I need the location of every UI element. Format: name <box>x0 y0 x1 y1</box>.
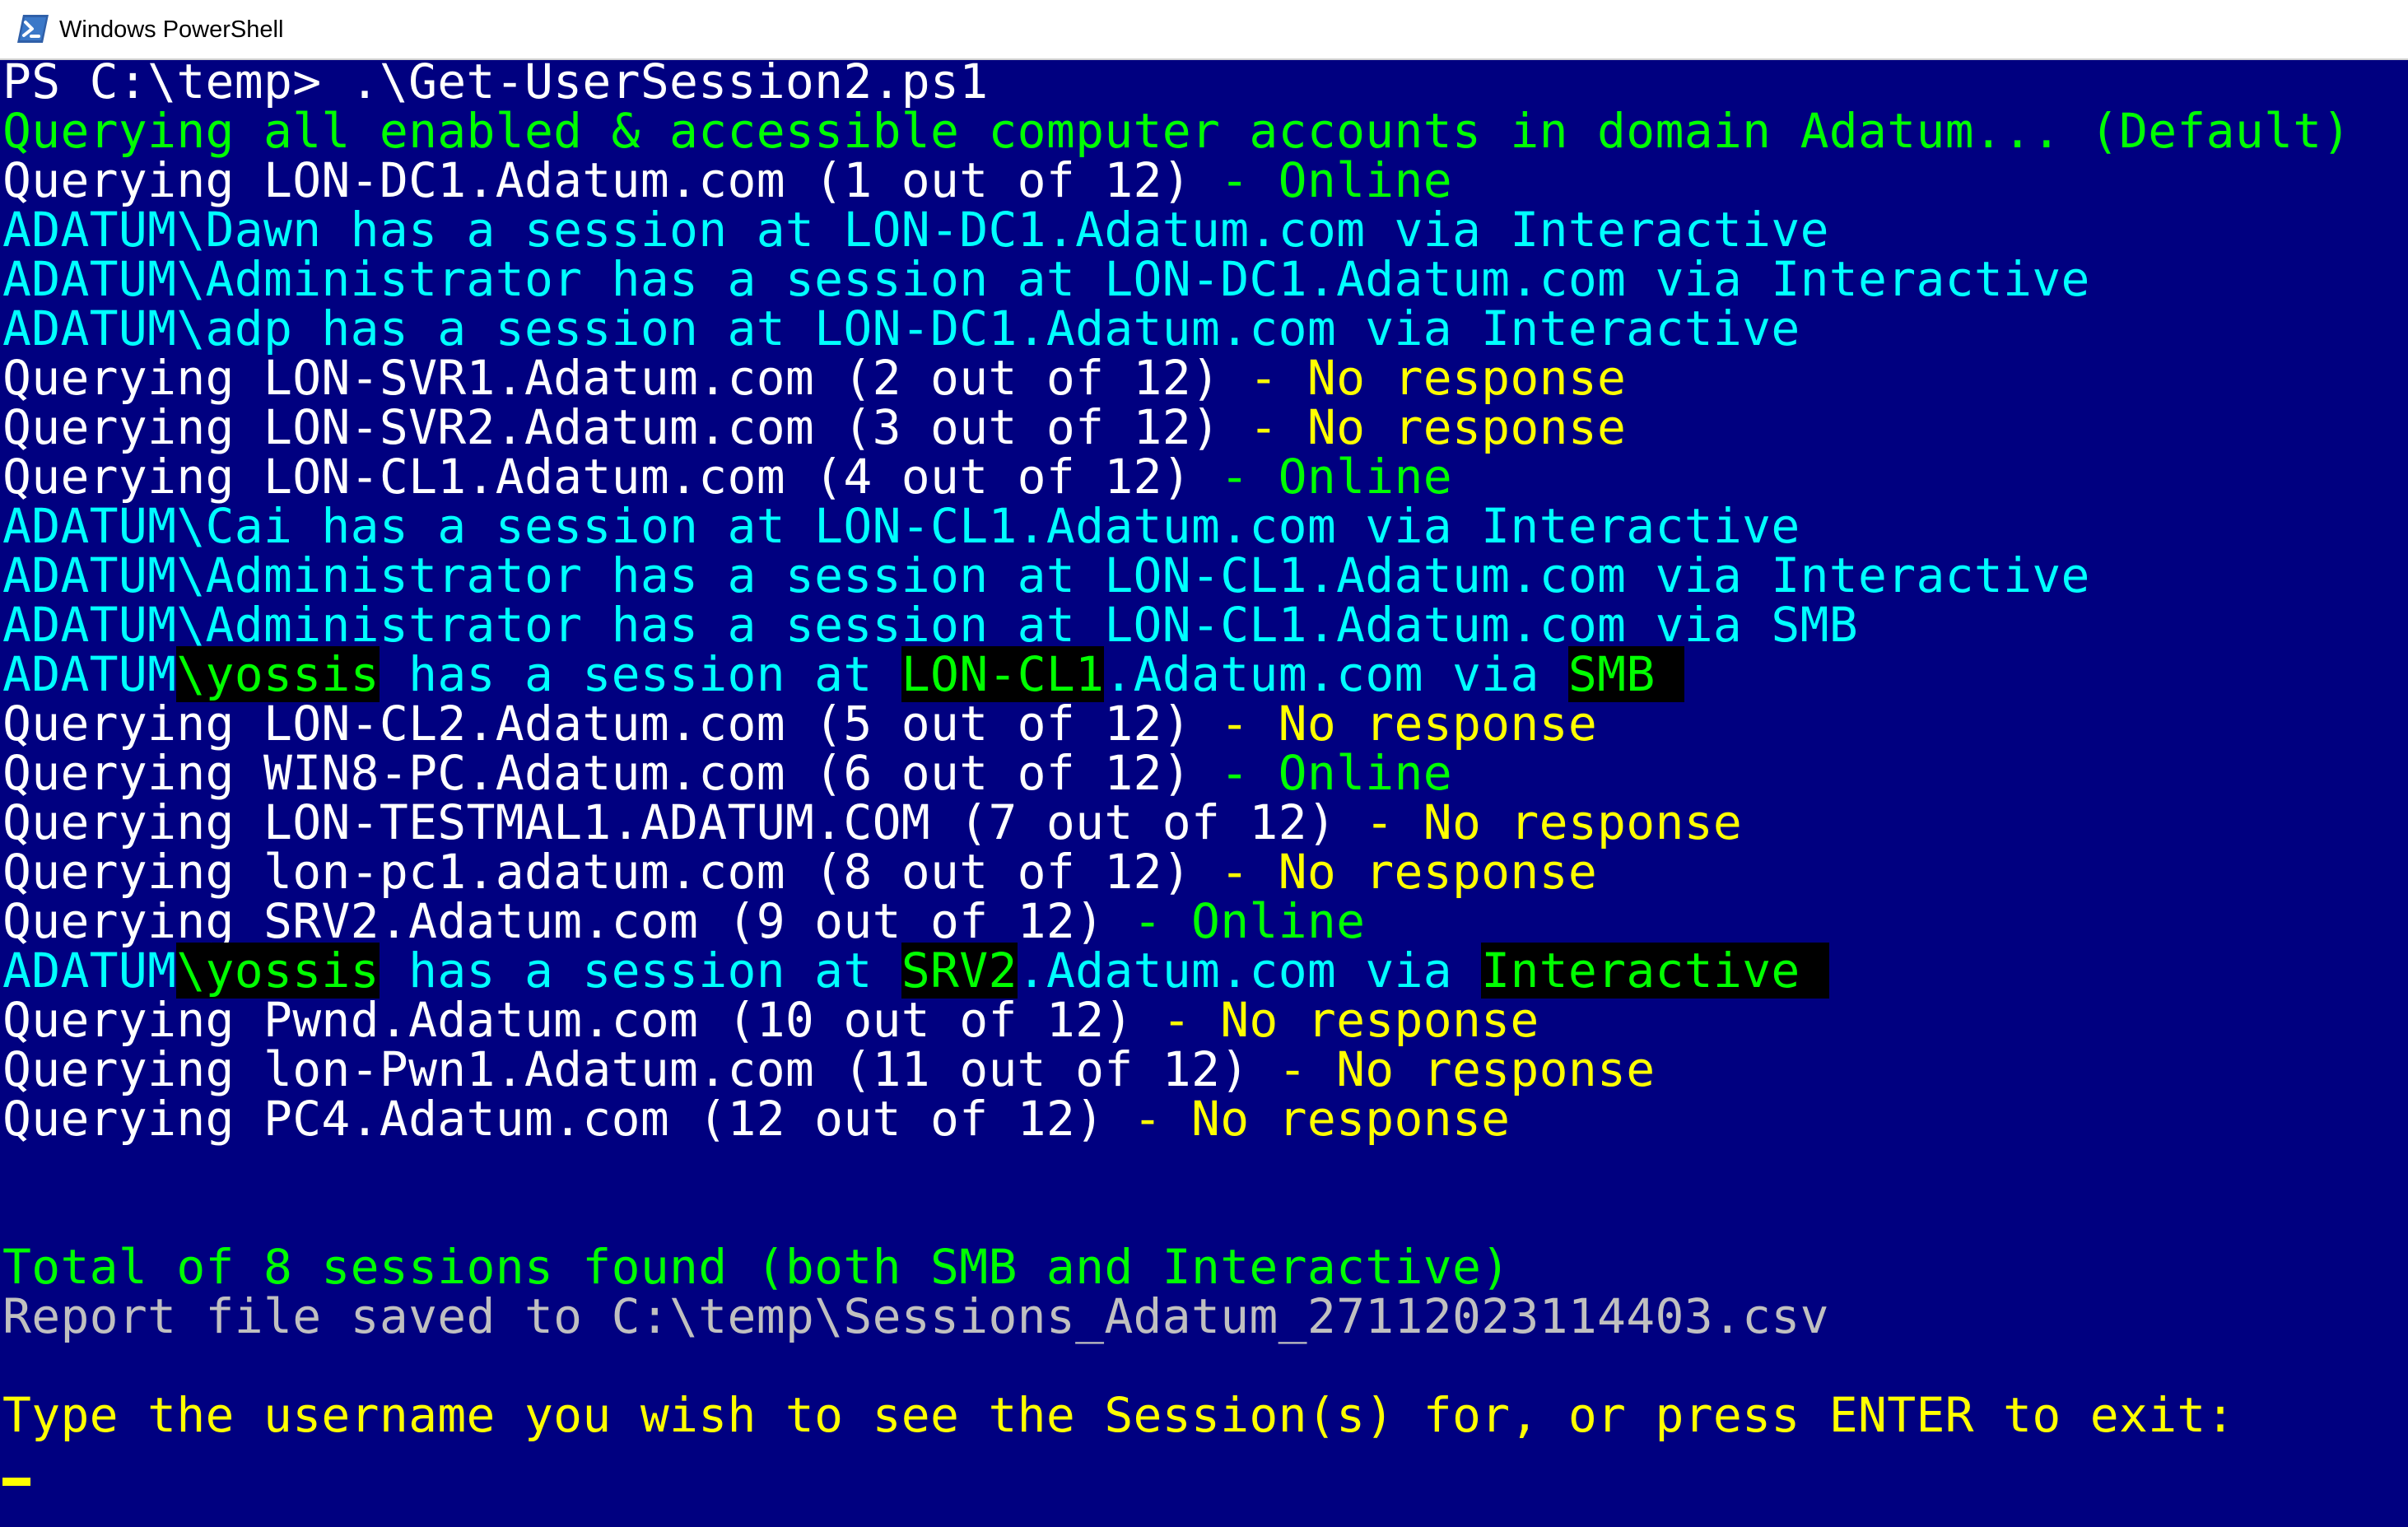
query-status: - Online <box>1190 152 1452 208</box>
session-line: ADATUM\Administrator has a session at LO… <box>2 254 2408 304</box>
query-text: Querying lon-pc1.adatum.com (8 out of 12… <box>2 844 1191 900</box>
query-status: - No response <box>1133 992 1539 1048</box>
highlighted-session-line: ADATUM\yossis has a session at SRV2.Adat… <box>2 943 2408 999</box>
session-text: ADATUM\Administrator has a session at LO… <box>2 547 2090 603</box>
query-status: - Online <box>1190 449 1452 505</box>
session-line: ADATUM\Dawn has a session at LON-DC1.Ada… <box>2 205 2408 254</box>
window-title: Windows PowerShell <box>59 16 284 43</box>
query-text: Querying Pwnd.Adatum.com (10 out of 12) <box>2 992 1134 1048</box>
input-prompt-line: Type the username you wish to see the Se… <box>2 1390 2408 1440</box>
highlighted-host: SRV2 <box>901 943 1018 999</box>
query-line: Querying LON-DC1.Adatum.com (1 out of 12… <box>2 156 2408 205</box>
cursor-line <box>2 1440 2408 1489</box>
query-status: - No response <box>1249 1041 1656 1097</box>
powershell-icon <box>17 15 49 43</box>
session-line: ADATUM\Cai has a session at LON-CL1.Adat… <box>2 501 2408 551</box>
session-text: ADATUM\Dawn has a session at LON-DC1.Ada… <box>2 202 1829 258</box>
query-line: Querying LON-CL1.Adatum.com (4 out of 12… <box>2 452 2408 501</box>
highlighted-method: SMB <box>1567 646 1684 702</box>
info-line: Total of 8 sessions found (both SMB and … <box>2 1242 2408 1292</box>
query-line: Querying LON-CL2.Adatum.com (5 out of 12… <box>2 699 2408 748</box>
query-status: - Online <box>1104 893 1366 949</box>
highlighted-session-line: ADATUM\yossis has a session at LON-CL1.A… <box>2 646 2408 702</box>
query-text: Querying LON-CL2.Adatum.com (5 out of 12… <box>2 696 1191 752</box>
highlighted-username: \yossis <box>176 646 380 702</box>
query-line: Querying WIN8-PC.Adatum.com (6 out of 12… <box>2 748 2408 798</box>
info-line: Querying all enabled & accessible comput… <box>2 106 2408 156</box>
query-text: Querying LON-SVR2.Adatum.com (3 out of 1… <box>2 399 1221 455</box>
session-text: .Adatum.com via <box>1104 646 1568 702</box>
query-line: Querying PC4.Adatum.com (12 out of 12) -… <box>2 1094 2408 1143</box>
query-line: Querying Pwnd.Adatum.com (10 out of 12) … <box>2 995 2408 1045</box>
query-line: Querying lon-pc1.adatum.com (8 out of 12… <box>2 847 2408 896</box>
highlighted-method: Interactive <box>1481 943 1829 999</box>
query-line: Querying LON-TESTMAL1.ADATUM.COM (7 out … <box>2 798 2408 847</box>
session-line: ADATUM\adp has a session at LON-DC1.Adat… <box>2 304 2408 353</box>
query-text: Querying LON-SVR1.Adatum.com (2 out of 1… <box>2 350 1221 406</box>
input-prompt-text: Type the username you wish to see the Se… <box>2 1387 2235 1443</box>
prompt-text: PS C:\temp> <box>2 54 322 109</box>
highlighted-host: LON-CL1 <box>901 646 1105 702</box>
query-text: Querying LON-DC1.Adatum.com (1 out of 12… <box>2 152 1191 208</box>
query-line: Querying LON-SVR1.Adatum.com (2 out of 1… <box>2 353 2408 403</box>
query-text: Querying SRV2.Adatum.com (9 out of 12) <box>2 893 1105 949</box>
query-status: - No response <box>1190 696 1598 752</box>
query-text: Querying WIN8-PC.Adatum.com (6 out of 12… <box>2 745 1191 801</box>
powershell-window: Windows PowerShell PS C:\temp> .\Get-Use… <box>0 0 2408 1527</box>
query-text: Querying LON-TESTMAL1.ADATUM.COM (7 out … <box>2 794 1337 850</box>
query-text: Querying LON-CL1.Adatum.com (4 out of 12… <box>2 449 1191 505</box>
command-text: .\Get-UserSession2.ps1 <box>321 54 989 109</box>
session-text: has a session at <box>379 943 901 999</box>
console-output[interactable]: PS C:\temp> .\Get-UserSession2.ps1 Queryi… <box>2 57 2408 1489</box>
report-line: Report file saved to C:\temp\Sessions_Ad… <box>2 1292 2408 1341</box>
query-line: Querying LON-SVR2.Adatum.com (3 out of 1… <box>2 403 2408 452</box>
session-line: ADATUM\Administrator has a session at LO… <box>2 551 2408 600</box>
query-text: Querying lon-Pwn1.Adatum.com (11 out of … <box>2 1041 1250 1097</box>
report-text: Report file saved to C:\temp\Sessions_Ad… <box>2 1288 1829 1344</box>
query-line: Querying SRV2.Adatum.com (9 out of 12) -… <box>2 896 2408 946</box>
session-domain: ADATUM <box>2 646 177 702</box>
query-status: - No response <box>1190 844 1598 900</box>
command-line: PS C:\temp> .\Get-UserSession2.ps1 <box>2 57 2408 106</box>
query-status: - No response <box>1220 399 1627 455</box>
session-text: ADATUM\Cai has a session at LON-CL1.Adat… <box>2 498 1800 554</box>
session-text: ADATUM\Administrator has a session at LO… <box>2 597 1859 653</box>
session-text: ADATUM\adp has a session at LON-DC1.Adat… <box>2 300 1800 356</box>
session-text: has a session at <box>379 646 901 702</box>
session-text: ADATUM\Administrator has a session at LO… <box>2 251 2090 307</box>
query-status: - Online <box>1190 745 1452 801</box>
query-status: - No response <box>1336 794 1743 850</box>
title-bar[interactable]: Windows PowerShell <box>0 0 2408 60</box>
query-line: Querying lon-Pwn1.Adatum.com (11 out of … <box>2 1045 2408 1094</box>
query-status: - No response <box>1104 1091 1511 1147</box>
info-text: Total of 8 sessions found (both SMB and … <box>2 1239 1511 1295</box>
query-status: - No response <box>1220 350 1627 406</box>
info-text: Querying all enabled & accessible comput… <box>2 103 2351 159</box>
session-domain: ADATUM <box>2 943 177 999</box>
highlighted-username: \yossis <box>176 943 380 999</box>
query-text: Querying PC4.Adatum.com (12 out of 12) <box>2 1091 1105 1147</box>
session-text: .Adatum.com via <box>1017 943 1482 999</box>
text-cursor[interactable] <box>2 1478 30 1486</box>
session-line: ADATUM\Administrator has a session at LO… <box>2 600 2408 649</box>
